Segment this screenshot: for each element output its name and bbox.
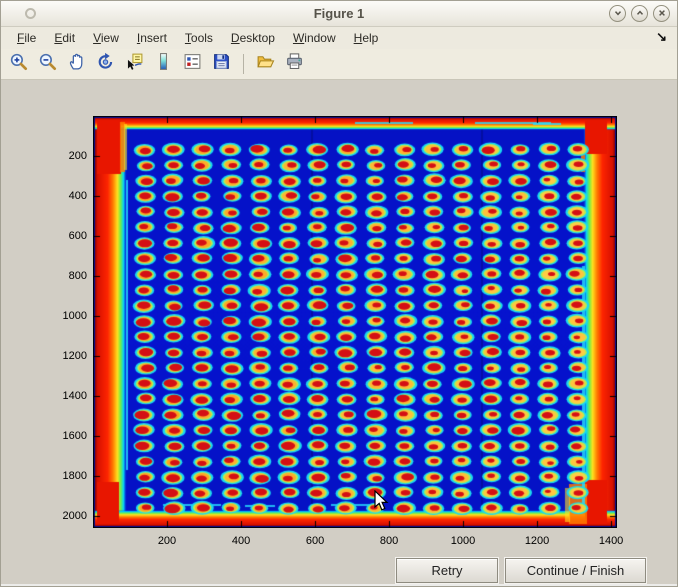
y-tick-label: 1600 [45,430,87,442]
menu-view[interactable]: View [84,28,128,48]
close-icon [657,5,667,23]
zoom-in-icon [9,52,28,76]
toolbar [1,49,677,80]
open-file-icon [256,52,275,76]
retry-button[interactable]: Retry [396,558,498,583]
zoom-out-icon [38,52,57,76]
y-tick-label: 1800 [45,470,87,482]
menu-file[interactable]: File [8,28,45,48]
x-tick-label: 600 [287,535,343,547]
figure-window: Figure 1 FileEditViewInsertToolsDesktopW… [0,0,678,587]
print-figure-icon [285,52,304,76]
continue-finish-button[interactable]: Continue / Finish [505,558,646,583]
save-figure-button[interactable] [211,54,232,75]
zoom-out-button[interactable] [37,54,58,75]
menu-help[interactable]: Help [345,28,388,48]
y-tick-label: 2000 [45,510,87,522]
print-figure-button[interactable] [284,54,305,75]
y-tick-label: 1200 [45,350,87,362]
save-figure-icon [212,52,231,76]
pan-button[interactable] [66,54,87,75]
data-cursor-button[interactable] [124,54,145,75]
toolbar-separator [243,54,244,74]
maximize-button[interactable] [631,5,648,22]
window-title: Figure 1 [1,6,677,21]
rotate-3d-button[interactable] [95,54,116,75]
data-cursor-icon [125,52,144,76]
chevron-up-icon [635,5,645,23]
y-tick-label: 200 [45,150,87,162]
shade-button[interactable] [609,5,626,22]
zoom-in-button[interactable] [8,54,29,75]
y-tick-label: 400 [45,190,87,202]
insert-legend-icon [183,52,202,76]
dock-figure-arrow-icon[interactable]: ↘ [656,29,667,45]
menu-desktop[interactable]: Desktop [222,28,284,48]
x-tick-label: 1200 [509,535,565,547]
insert-legend-button[interactable] [182,54,203,75]
open-file-button[interactable] [255,54,276,75]
menu-insert[interactable]: Insert [128,28,176,48]
x-tick-label: 200 [139,535,195,547]
y-tick-label: 1000 [45,310,87,322]
insert-colorbar-button[interactable] [153,54,174,75]
mouse-cursor-icon [374,490,389,512]
y-tick-label: 1400 [45,390,87,402]
menu-tools[interactable]: Tools [176,28,222,48]
window-controls [609,5,670,22]
pan-icon [67,52,86,76]
menu-edit[interactable]: Edit [45,28,84,48]
menu-bar: FileEditViewInsertToolsDesktopWindowHelp… [1,27,677,49]
close-button[interactable] [653,5,670,22]
rotate-3d-icon [96,52,115,76]
menu-window[interactable]: Window [284,28,345,48]
x-tick-label: 400 [213,535,269,547]
figure-canvas: 200 400 600 800 1000 1200 1400 1600 1800 2000 200 4… [1,81,678,587]
x-tick-label: 800 [361,535,417,547]
y-tick-label: 800 [45,270,87,282]
title-bar[interactable]: Figure 1 [1,1,677,27]
y-tick-label: 600 [45,230,87,242]
heatmap-plot[interactable] [93,116,617,528]
chevron-down-icon [613,5,623,23]
x-tick-label: 1400 [583,535,639,547]
insert-colorbar-icon [154,52,173,76]
x-tick-label: 1000 [435,535,491,547]
